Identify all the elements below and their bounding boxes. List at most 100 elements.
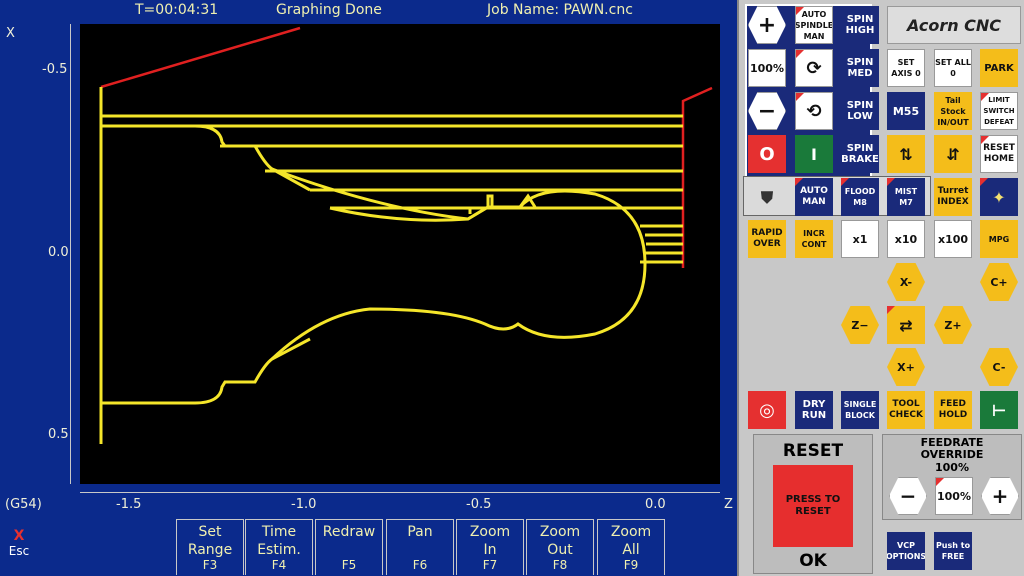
mpg-button[interactable]: MPG bbox=[980, 220, 1018, 258]
coolant-auto-button[interactable]: AUTO MAN bbox=[795, 178, 833, 216]
feed-hold-button[interactable]: FEED HOLD bbox=[934, 391, 972, 429]
jog-speed-button[interactable]: ⇄ bbox=[887, 306, 925, 344]
feedrate-minus-button[interactable]: − bbox=[889, 477, 927, 515]
reset-panel: RESET PRESS TO RESET OK bbox=[753, 434, 873, 574]
vcp-options-button[interactable]: VCP OPTIONS bbox=[887, 532, 925, 570]
spindle-ccw-button[interactable]: ⟲ bbox=[795, 92, 833, 130]
tailstock-button[interactable]: Tail Stock IN/OUT bbox=[934, 92, 972, 130]
feed-100-button[interactable]: 100% bbox=[748, 49, 786, 87]
y-axis-line bbox=[70, 24, 71, 484]
wcs-label: (G54) bbox=[5, 497, 42, 512]
close-icon: X bbox=[13, 528, 25, 544]
ok-label: OK bbox=[799, 551, 827, 571]
m55-button[interactable]: M55 bbox=[887, 92, 925, 130]
z-tick-2: -1.0 bbox=[291, 497, 317, 512]
coolant-off-button[interactable]: ⛊ bbox=[748, 178, 786, 216]
fkey-fn: F9 bbox=[623, 558, 639, 572]
jog-z-minus-button[interactable]: Z− bbox=[841, 306, 879, 344]
fkey-f5[interactable]: Redraw F5 bbox=[315, 519, 383, 575]
rapid-override-button[interactable]: RAPID OVER bbox=[748, 220, 786, 258]
spin-high-button[interactable]: SPIN HIGH bbox=[841, 6, 879, 44]
chuck-icon: ⇅ bbox=[899, 144, 913, 164]
z-tick-3: -0.5 bbox=[466, 497, 492, 512]
fkey-f7[interactable]: Zoom In F7 bbox=[456, 519, 524, 575]
y-tick-1: -0.5 bbox=[42, 62, 68, 77]
fkey-f8[interactable]: Zoom Out F8 bbox=[526, 519, 594, 575]
push-to-free-button[interactable]: Push to FREE bbox=[934, 532, 972, 570]
elapsed-time: T=00:04:31 bbox=[135, 2, 219, 18]
incr-cont-button[interactable]: INCR CONT bbox=[795, 220, 833, 258]
acorn-logo: Acorn CNC bbox=[887, 6, 1021, 44]
feedrate-value: 100% bbox=[935, 461, 969, 474]
graph-status: Graphing Done bbox=[276, 2, 382, 18]
reset-title: RESET bbox=[782, 441, 844, 461]
spindle-cw-button[interactable]: ⟳ bbox=[795, 49, 833, 87]
cycle-stop-button[interactable]: O bbox=[748, 135, 786, 173]
feedrate-panel: FEEDRATE OVERRIDE 100% − 100% + bbox=[882, 434, 1022, 520]
turret-index-button[interactable]: Turret INDEX bbox=[934, 178, 972, 216]
fkey-fn: F5 bbox=[341, 558, 357, 572]
fkey-fn: F6 bbox=[412, 558, 428, 572]
feedrate-plus-button[interactable]: + bbox=[981, 477, 1019, 515]
jog-c-minus-button[interactable]: C- bbox=[980, 348, 1018, 386]
rotate-ccw-icon: ⟲ bbox=[806, 100, 822, 122]
single-block-button[interactable]: SINGLE BLOCK bbox=[841, 391, 879, 429]
work-light-button[interactable]: ✦ bbox=[980, 178, 1018, 216]
fkey-f9[interactable]: Zoom All F9 bbox=[597, 519, 665, 575]
flood-button[interactable]: FLOOD M8 bbox=[841, 178, 879, 216]
chuck-open-icon: ⇵ bbox=[946, 144, 960, 164]
z-axis-line bbox=[80, 492, 720, 493]
light-icon: ✦ bbox=[992, 187, 1006, 207]
feedrate-reset-button[interactable]: 100% bbox=[935, 477, 973, 515]
m8-label: M8 bbox=[853, 198, 867, 207]
fkey-l1: Pan bbox=[407, 524, 433, 540]
jog-x-minus-button[interactable]: X- bbox=[887, 263, 925, 301]
toolpath-svg bbox=[99, 26, 713, 444]
dry-run-button[interactable]: DRY RUN bbox=[795, 391, 833, 429]
fkey-f3[interactable]: Set Range F3 bbox=[176, 519, 244, 575]
job-name: Job Name: PAWN.cnc bbox=[487, 2, 633, 18]
probe-stop-button[interactable]: ◎ bbox=[748, 391, 786, 429]
rapid-moves bbox=[100, 26, 713, 268]
cycle-start-button[interactable]: I bbox=[795, 135, 833, 173]
press-reset-button[interactable]: PRESS TO RESET bbox=[773, 465, 853, 547]
tool-check-button[interactable]: TOOL CHECK bbox=[887, 391, 925, 429]
fkey-f6[interactable]: Pan F6 bbox=[386, 519, 454, 575]
z-axis-label: Z bbox=[724, 497, 733, 512]
faucet-icon: ⛊ bbox=[760, 187, 773, 207]
fkey-fn: F8 bbox=[552, 558, 568, 572]
mist-button[interactable]: MIST M7 bbox=[887, 178, 925, 216]
jog-x100-button[interactable]: x100 bbox=[934, 220, 972, 258]
jog-x-plus-button[interactable]: X+ bbox=[887, 348, 925, 386]
set-all-zero-button[interactable]: SET ALL 0 bbox=[934, 49, 972, 87]
start-icon: ⊢ bbox=[991, 400, 1007, 420]
spin-low-button[interactable]: SPIN LOW bbox=[841, 92, 879, 130]
fkey-l1: Zoom bbox=[469, 524, 511, 540]
rotate-cw-icon: ⟳ bbox=[806, 57, 822, 79]
fkey-l1: Time bbox=[261, 524, 297, 540]
jog-x10-button[interactable]: x10 bbox=[887, 220, 925, 258]
limit-defeat-button[interactable]: LIMIT SWITCH DEFEAT bbox=[980, 92, 1018, 130]
program-start-button[interactable]: ⊢ bbox=[980, 391, 1018, 429]
cut-passes bbox=[99, 87, 683, 444]
auto-spindle-button[interactable]: AUTO SPINDLE MAN bbox=[795, 6, 833, 44]
jog-c-plus-button[interactable]: C+ bbox=[980, 263, 1018, 301]
spin-med-button[interactable]: SPIN MED bbox=[841, 49, 879, 87]
jog-x1-button[interactable]: x1 bbox=[841, 220, 879, 258]
reset-home-button[interactable]: RESET HOME bbox=[980, 135, 1018, 173]
m7-label: M7 bbox=[899, 198, 913, 207]
target-icon: ◎ bbox=[759, 399, 775, 421]
chuck-clamp-button[interactable]: ⇅ bbox=[887, 135, 925, 173]
toolpath-plot[interactable] bbox=[80, 24, 720, 484]
set-axis-zero-button[interactable]: SET AXIS 0 bbox=[887, 49, 925, 87]
park-button[interactable]: PARK bbox=[980, 49, 1018, 87]
z-tick-4: 0.0 bbox=[645, 497, 666, 512]
fkey-fn: F3 bbox=[202, 558, 218, 572]
x-axis-label: X bbox=[6, 26, 15, 41]
esc-label: Esc bbox=[8, 544, 30, 558]
spin-brake-button[interactable]: SPIN BRAKE bbox=[841, 135, 879, 173]
fkey-f4[interactable]: Time Estim. F4 bbox=[245, 519, 313, 575]
chuck-unclamp-button[interactable]: ⇵ bbox=[934, 135, 972, 173]
jog-z-plus-button[interactable]: Z+ bbox=[934, 306, 972, 344]
esc-button[interactable]: X Esc bbox=[2, 528, 36, 568]
